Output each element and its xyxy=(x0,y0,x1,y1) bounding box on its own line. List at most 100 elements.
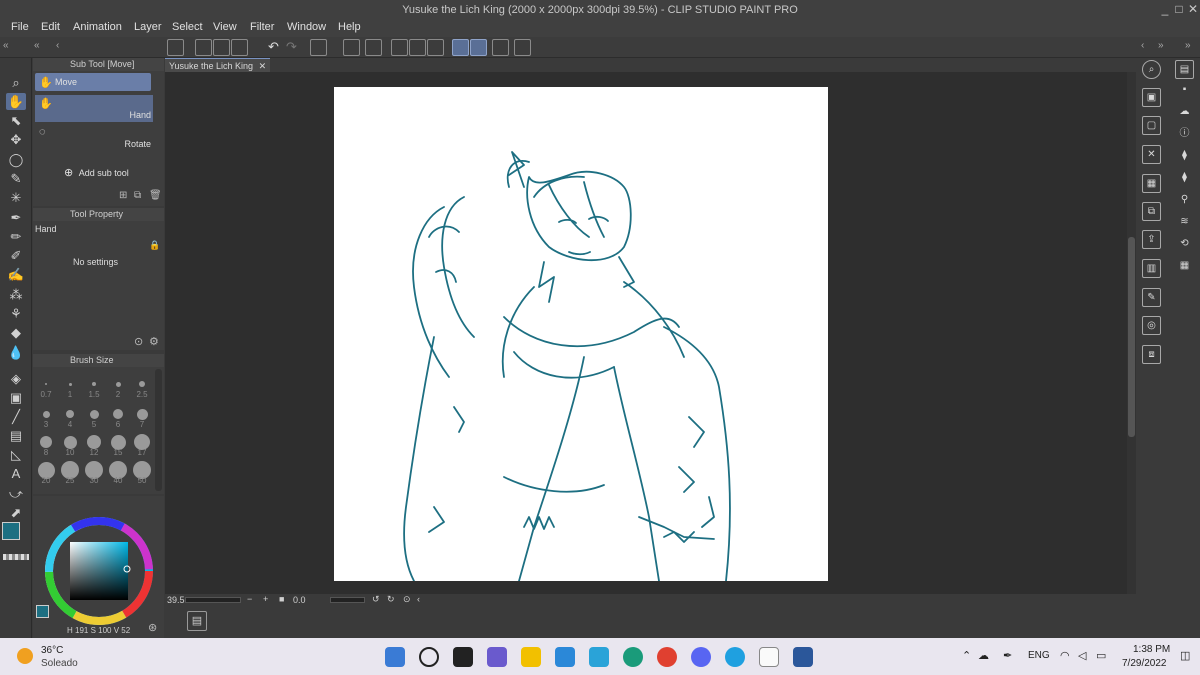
edge-icon[interactable] xyxy=(623,647,643,667)
close-panel-icon[interactable]: ✕ xyxy=(1142,145,1161,164)
brush-size-scrollbar[interactable] xyxy=(155,369,162,491)
clip-studio-icon[interactable] xyxy=(167,39,184,56)
canvas-paper[interactable] xyxy=(334,87,828,582)
clear-outside-icon[interactable] xyxy=(409,39,426,56)
text-tool-icon[interactable]: A xyxy=(6,465,26,482)
volume-icon[interactable]: ◁ xyxy=(1078,649,1086,662)
correct-line-tool-icon[interactable]: ⬈ xyxy=(6,504,26,521)
weather-desc[interactable]: Soleado xyxy=(41,658,78,669)
figure-tool-icon[interactable]: ╱ xyxy=(6,408,26,425)
brush-size-dot[interactable] xyxy=(63,435,77,449)
ruler-tool-icon[interactable]: ◺ xyxy=(6,446,26,463)
fill-tool-icon[interactable]: ◈ xyxy=(6,370,26,387)
chevron-left-icon[interactable]: ‹ xyxy=(56,40,59,51)
book-icon[interactable]: ⧈ xyxy=(1142,345,1161,364)
clip-studio-taskbar-icon[interactable] xyxy=(759,647,779,667)
zoom-value[interactable]: 39.5 xyxy=(167,595,185,605)
move-layer-tool-icon[interactable]: ✥ xyxy=(6,131,26,148)
pen-tool-icon[interactable]: ✒ xyxy=(6,209,26,226)
export-icon[interactable]: ⇪ xyxy=(1142,230,1161,249)
brush-size-dot[interactable] xyxy=(115,381,121,387)
layer-icon[interactable]: ▥ xyxy=(1142,259,1161,278)
chevron-left-icon-right[interactable]: ‹ xyxy=(1141,40,1144,51)
minimize-button[interactable]: _ xyxy=(1158,2,1172,16)
panel-list-icon[interactable]: ▤ xyxy=(1175,60,1194,79)
brush-tool-icon[interactable]: ✐ xyxy=(6,247,26,264)
brush-size-dot[interactable] xyxy=(136,408,148,420)
chrome-icon[interactable] xyxy=(657,647,677,667)
pen-icon[interactable]: ✒ xyxy=(1003,649,1012,662)
new-file-icon[interactable] xyxy=(195,39,212,56)
l-app-icon[interactable] xyxy=(589,647,609,667)
rotate-left-icon[interactable]: ↺ xyxy=(372,594,380,605)
clear-icon[interactable] xyxy=(391,39,408,56)
menu-help[interactable]: Help xyxy=(338,21,361,33)
brush-size-dot[interactable] xyxy=(113,409,123,419)
vertical-scrollbar-thumb[interactable] xyxy=(1128,237,1135,437)
history-icon[interactable]: ⟲ xyxy=(1175,235,1194,254)
search-taskbar-icon[interactable] xyxy=(419,647,439,667)
settings-wrench-icon[interactable]: ⚙ xyxy=(149,335,159,348)
delete-subtool-icon[interactable]: 🗑 xyxy=(149,190,162,201)
brush-size-dot[interactable] xyxy=(42,410,50,418)
main-color-swatch[interactable] xyxy=(2,522,20,540)
crop-icon[interactable] xyxy=(427,39,444,56)
menu-layer[interactable]: Layer xyxy=(134,21,162,33)
timeline-icon[interactable]: ▦ xyxy=(1175,257,1194,276)
hand-move-tool-icon[interactable]: ✋ xyxy=(6,93,26,110)
store-icon[interactable] xyxy=(555,647,575,667)
subtool-item-hand[interactable]: ✋ Hand xyxy=(35,95,153,122)
document-tab[interactable]: Yusuke the Lich King ✕ xyxy=(165,58,271,73)
cloud-icon[interactable]: ☁ xyxy=(1175,103,1194,122)
menu-filter[interactable]: Filter xyxy=(250,21,274,33)
menu-animation[interactable]: Animation xyxy=(73,21,122,33)
vertical-scrollbar[interactable] xyxy=(1127,72,1136,594)
maximize-button[interactable]: □ xyxy=(1172,2,1186,16)
flip-icon[interactable]: ‹ xyxy=(417,594,420,604)
eyedropper-tool-icon[interactable]: ✳ xyxy=(6,189,26,206)
material-icon[interactable]: ▣ xyxy=(1142,88,1161,107)
skype-icon[interactable] xyxy=(725,647,745,667)
angle-slider[interactable] xyxy=(330,597,365,603)
angle-value[interactable]: 0.0 xyxy=(293,595,306,605)
duplicate-subtool-icon[interactable]: ⧉ xyxy=(134,190,141,201)
collapse-icon[interactable]: « xyxy=(34,40,40,51)
undo-icon[interactable]: ↶ xyxy=(268,39,279,55)
collapse-left-icon[interactable]: « xyxy=(3,40,9,51)
help-icon[interactable] xyxy=(514,39,531,56)
layers-stack-icon[interactable]: ⧫ xyxy=(1175,147,1194,166)
notification-icon[interactable]: ◫ xyxy=(1180,649,1190,662)
snap-special-ruler-icon[interactable] xyxy=(470,39,487,56)
add-subtool-button[interactable]: ⊕ Add sub tool xyxy=(64,166,154,179)
color-main-small[interactable] xyxy=(36,605,49,618)
tool-detail-icon[interactable]: ⊙ xyxy=(134,335,143,348)
sun-icon[interactable] xyxy=(17,648,33,664)
zoom-out-icon[interactable]: − xyxy=(247,594,252,604)
tab-close-icon[interactable]: ✕ xyxy=(259,61,267,71)
battery-icon[interactable]: ▭ xyxy=(1096,649,1106,662)
brush-size-dot[interactable] xyxy=(92,382,96,386)
rotate-right-icon[interactable]: ↻ xyxy=(387,594,395,605)
operation-tool-icon[interactable]: ⬉ xyxy=(6,112,26,129)
snap-ruler-icon[interactable] xyxy=(452,39,469,56)
teams-chat-icon[interactable] xyxy=(487,647,507,667)
copy-subtool-icon[interactable]: ⊞ xyxy=(119,190,127,201)
info-icon[interactable]: ⓘ xyxy=(1175,125,1194,144)
camera-icon[interactable]: ◎ xyxy=(1142,316,1161,335)
menu-select[interactable]: Select xyxy=(172,21,203,33)
zoom-tool-icon[interactable]: ⌕ xyxy=(6,74,26,91)
balloon-tool-icon[interactable]: ⤻ xyxy=(6,485,26,502)
open-file-icon[interactable] xyxy=(213,39,230,56)
network-icon[interactable]: ☁ xyxy=(978,649,989,662)
wifi-icon[interactable]: ◠ xyxy=(1060,649,1070,662)
discord-icon[interactable] xyxy=(691,647,711,667)
color-wheel[interactable] xyxy=(44,516,154,626)
zoom-navigator-icon[interactable]: ⚲ xyxy=(1175,191,1194,210)
save-icon-right[interactable]: ▪ xyxy=(1175,81,1194,100)
brush-size-dot[interactable] xyxy=(66,410,74,418)
language-indicator[interactable]: ENG xyxy=(1028,650,1050,661)
layer-stack-icon[interactable]: ≋ xyxy=(1175,213,1194,232)
lock-icon[interactable]: 🔒 xyxy=(149,240,160,251)
subtool-item-rotate[interactable]: ◌ Rotate xyxy=(35,124,153,151)
start-icon[interactable] xyxy=(385,647,405,667)
